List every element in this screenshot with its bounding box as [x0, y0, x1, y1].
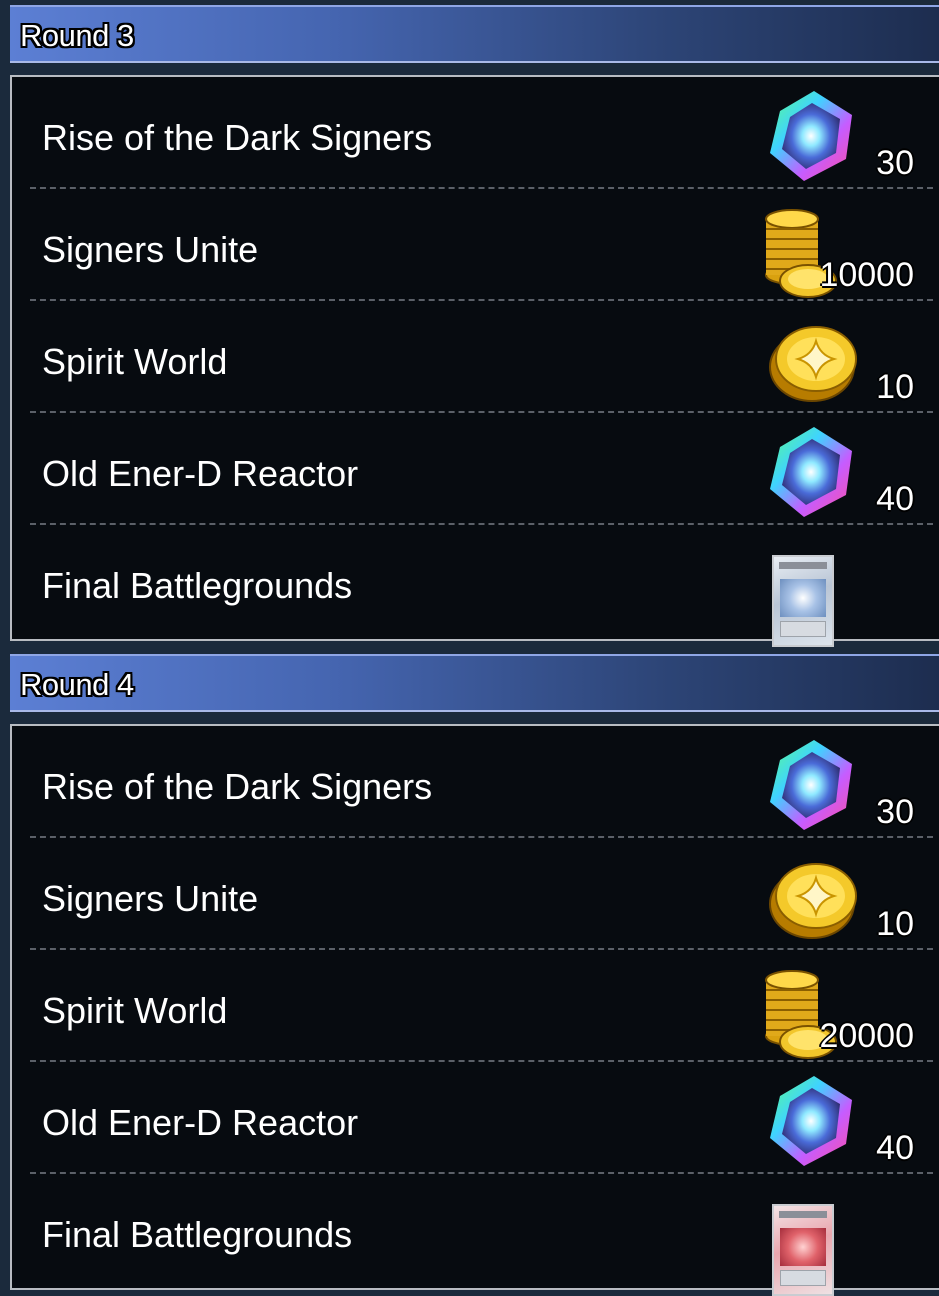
reward-row-label: Old Ener-D Reactor: [42, 1102, 359, 1143]
reward-row: Signers Unite 10000: [12, 189, 939, 301]
card-image: [772, 1204, 834, 1296]
gold-coin-icon: 10: [752, 311, 922, 411]
reward-row: Rise of the Dark Signers 30: [12, 77, 939, 189]
reward-row: Old Ener-D Reactor 40: [12, 1062, 939, 1174]
reward-row-label: Rise of the Dark Signers: [42, 766, 433, 807]
gem-icon: 30: [752, 736, 922, 836]
reward-row-label: Signers Unite: [42, 878, 259, 919]
reward-row: Final Battlegrounds: [12, 1174, 939, 1296]
reward-count: 30: [876, 144, 914, 182]
reward-row-label: Spirit World: [42, 341, 228, 382]
reward-row-label: Old Ener-D Reactor: [42, 453, 359, 494]
reward-row: Old Ener-D Reactor 40: [12, 413, 939, 525]
gem-icon: 40: [752, 1072, 922, 1172]
reward-count: 20000: [819, 1017, 914, 1055]
reward-row: Signers Unite 10: [12, 838, 939, 950]
reward-count: 10: [876, 905, 914, 943]
gem-icon: 40: [752, 423, 922, 523]
reward-row-label: Signers Unite: [42, 229, 259, 270]
gem-icon: 30: [752, 87, 922, 187]
reward-row-label: Rise of the Dark Signers: [42, 117, 433, 158]
reward-row-label: Final Battlegrounds: [42, 1214, 353, 1255]
round-4-header: Round 4: [10, 654, 939, 712]
reward-count: 10: [876, 368, 914, 406]
reward-count: 30: [876, 793, 914, 831]
gold-coin-icon: 10: [752, 848, 922, 948]
gold-stack-icon: 10000: [752, 199, 922, 299]
reward-row: Final Battlegrounds: [12, 525, 939, 647]
reward-row-label: Spirit World: [42, 990, 228, 1031]
reward-count: 40: [876, 480, 914, 518]
gold-stack-icon: 20000: [752, 960, 922, 1060]
round-4-rewards-panel: Rise of the Dark Signers 30 Signers Unit…: [10, 724, 939, 1296]
reward-count: 40: [876, 1129, 914, 1167]
card-image: [772, 555, 834, 647]
reward-row: Spirit World 20000: [12, 950, 939, 1062]
reward-row: Rise of the Dark Signers 30: [12, 726, 939, 838]
round-4-title: Round 4: [20, 667, 134, 702]
round-3-header: Round 3: [10, 5, 939, 63]
card-red-icon[interactable]: [752, 1184, 922, 1296]
reward-row-label: Final Battlegrounds: [42, 565, 353, 606]
reward-row: Spirit World 10: [12, 301, 939, 413]
reward-count: 10000: [819, 256, 914, 294]
card-white-icon[interactable]: [752, 535, 922, 647]
round-3-title: Round 3: [20, 18, 134, 53]
round-3-rewards-panel: Rise of the Dark Signers 30 Signers Unit…: [10, 75, 939, 647]
